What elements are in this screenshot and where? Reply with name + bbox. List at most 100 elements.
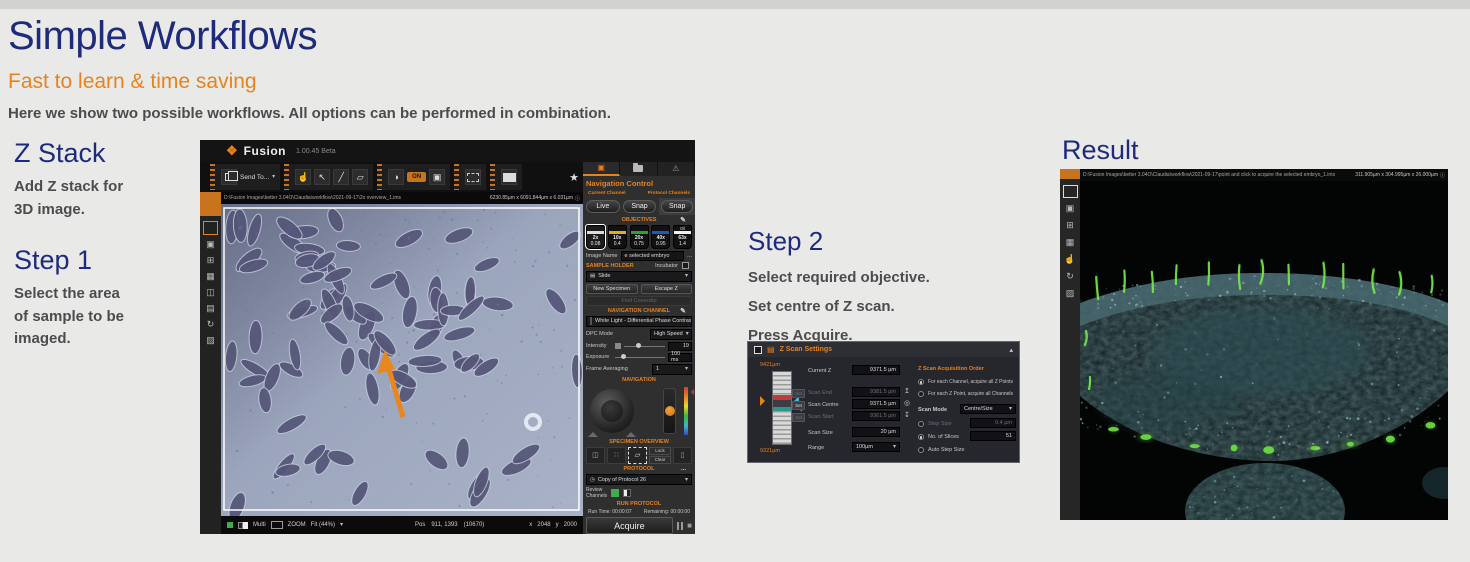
- order-by-channel-radio[interactable]: [918, 379, 924, 385]
- result-view-grid-button[interactable]: ▦: [1063, 236, 1078, 249]
- new-specimen-button[interactable]: New Specimen: [586, 284, 638, 294]
- region-button[interactable]: [501, 169, 517, 185]
- channel-swatches[interactable]: [238, 522, 248, 529]
- scan-end-icon[interactable]: ↥: [904, 388, 910, 395]
- order-by-zpoint-radio[interactable]: [918, 391, 924, 397]
- overview-region-button[interactable]: ▱: [628, 447, 647, 464]
- channels-display-button[interactable]: ▣: [429, 169, 445, 185]
- find-coverslip-button[interactable]: Find Coverslip: [586, 296, 692, 306]
- protocol-snap-button[interactable]: Snap: [661, 200, 693, 213]
- result-snapshot-button[interactable]: ▨: [1063, 287, 1078, 300]
- result-rotate-button[interactable]: ↻: [1063, 270, 1078, 283]
- auto-step-radio[interactable]: [918, 447, 924, 453]
- view-single-button[interactable]: [203, 221, 218, 235]
- tab-alerts[interactable]: ⚠: [658, 162, 695, 176]
- result-images-tab[interactable]: [1060, 169, 1080, 179]
- snapshot-button[interactable]: ▨: [203, 334, 218, 347]
- scan-mode-select[interactable]: Centre/Size▾: [960, 404, 1016, 414]
- frame-icon[interactable]: [271, 521, 283, 529]
- line-tool-button[interactable]: ╱: [333, 169, 349, 185]
- result-pan-button[interactable]: ☝: [1063, 253, 1078, 266]
- scan-centre-icon[interactable]: ◎: [904, 400, 910, 407]
- result-image[interactable]: [1080, 181, 1448, 520]
- send-to-label[interactable]: Send To...: [240, 174, 269, 181]
- overview-extra-button[interactable]: ▯: [673, 447, 692, 464]
- scan-size-value[interactable]: 20 µm: [852, 427, 900, 437]
- protocol-more-button[interactable]: ...: [681, 466, 686, 472]
- result-view-fill-button[interactable]: ▣: [1063, 202, 1078, 215]
- clear-button[interactable]: Clear: [649, 456, 671, 464]
- dpc-mode-select[interactable]: High Speed▾: [650, 329, 692, 340]
- current-z-marker-icon[interactable]: [760, 396, 765, 406]
- tab-navigation[interactable]: ▣: [583, 162, 620, 176]
- multi-label[interactable]: Multi: [253, 522, 266, 528]
- objective-63x-oil-button[interactable]: Oil63x1.4: [673, 225, 692, 249]
- acquire-button[interactable]: Acquire: [586, 517, 673, 534]
- pan-tool-button[interactable]: ☝: [295, 169, 311, 185]
- image-name-more-button[interactable]: ...: [687, 253, 692, 259]
- protocol-select[interactable]: ◷Copy of Protocol 26▾: [586, 474, 692, 485]
- incubator-checkbox[interactable]: [682, 262, 689, 269]
- current-z-value[interactable]: 9371.5 µm: [852, 365, 900, 375]
- zoom-caret-icon[interactable]: ▾: [340, 522, 343, 528]
- favorites-star-icon[interactable]: ★: [569, 171, 579, 184]
- scan-start-value[interactable]: 9361.5 µm: [852, 411, 900, 421]
- objective-10x-button[interactable]: 10x0.4: [608, 225, 627, 249]
- z-range-slider[interactable]: [772, 371, 792, 445]
- stop-icon[interactable]: ■: [687, 522, 692, 530]
- images-tab[interactable]: [200, 192, 221, 216]
- result-info-icon[interactable]: ⓘ: [1440, 172, 1445, 179]
- view-split-button[interactable]: ◫: [203, 286, 218, 299]
- image-name-field[interactable]: e selected embryo: [621, 251, 684, 261]
- lock-button[interactable]: Lock: [649, 447, 671, 455]
- roi-select-button[interactable]: [465, 169, 481, 185]
- overview-map-button[interactable]: ◫: [586, 447, 605, 464]
- contrast-button[interactable]: ◑: [388, 169, 404, 185]
- tab-files[interactable]: [620, 162, 657, 176]
- info-icon[interactable]: ⓘ: [575, 195, 580, 202]
- range-select[interactable]: 100µm▾: [852, 442, 900, 452]
- view-3d-button[interactable]: ▤: [203, 302, 218, 315]
- send-to-button[interactable]: [221, 169, 237, 185]
- objective-40x-button[interactable]: 40x0.95: [651, 225, 670, 249]
- collapse-chevron-icon[interactable]: ▴: [1009, 346, 1013, 354]
- step-size-value[interactable]: 0.4 µm: [970, 418, 1016, 428]
- set-scan-end-button[interactable]: Set: [792, 389, 805, 398]
- set-scan-centre-button[interactable]: Set: [792, 401, 805, 410]
- live-button[interactable]: Live: [586, 200, 620, 213]
- result-view-single-button[interactable]: [1063, 185, 1078, 198]
- bw-channel-swatch[interactable]: [623, 489, 631, 497]
- view-fill-button[interactable]: ▣: [203, 238, 218, 251]
- pause-icon[interactable]: [677, 522, 684, 530]
- slices-value[interactable]: 51: [970, 431, 1016, 441]
- xy-joystick[interactable]: [590, 389, 634, 433]
- scan-end-value[interactable]: 9381.5 µm: [852, 387, 900, 397]
- view-grid-button[interactable]: ▦: [203, 270, 218, 283]
- snap-button[interactable]: Snap: [623, 200, 657, 213]
- rotate-button[interactable]: ↻: [203, 318, 218, 331]
- scan-start-icon[interactable]: ↧: [904, 412, 910, 419]
- z-slider-knob[interactable]: [665, 406, 675, 416]
- sample-holder-select[interactable]: ▤Slide▾: [586, 271, 692, 282]
- select-tool-button[interactable]: ↖: [314, 169, 330, 185]
- edit-objectives-icon[interactable]: ✎: [680, 216, 686, 224]
- objective-2x-button[interactable]: 2x0.08: [586, 225, 605, 249]
- frame-averaging-select[interactable]: 1▾: [652, 364, 692, 375]
- zoom-value[interactable]: Fit (44%): [311, 522, 335, 528]
- zscan-enable-checkbox[interactable]: [754, 346, 762, 354]
- navigation-channel-select[interactable]: White Light - Differential Phase Contras…: [586, 316, 692, 327]
- shape-tool-button[interactable]: ▱: [352, 169, 368, 185]
- auto-on-button[interactable]: ON: [407, 172, 426, 182]
- scan-centre-value[interactable]: 9371.5 µm: [852, 399, 900, 409]
- intensity-slider[interactable]: [624, 346, 665, 347]
- exposure-value[interactable]: 100 ms: [668, 353, 692, 362]
- overview-points-button[interactable]: ∷: [607, 447, 626, 464]
- escape-z-button[interactable]: Escape Z: [641, 284, 693, 294]
- z-position-slider[interactable]: [663, 388, 676, 434]
- objective-20x-button[interactable]: 20x0.75: [630, 225, 649, 249]
- specimen-overview-image[interactable]: [221, 204, 583, 516]
- view-grid2-button[interactable]: ⊞: [203, 254, 218, 267]
- slices-radio[interactable]: [918, 434, 924, 440]
- step-size-radio[interactable]: [918, 421, 924, 427]
- intensity-value[interactable]: 19: [668, 342, 692, 351]
